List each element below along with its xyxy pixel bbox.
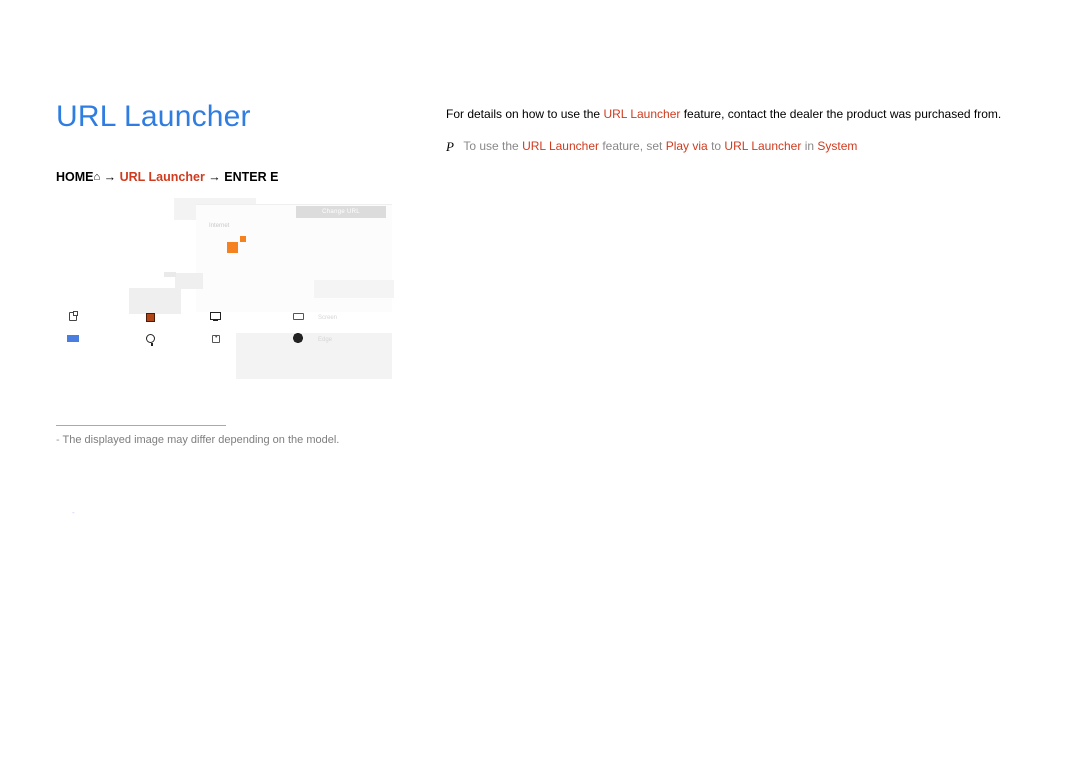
note-playvia: Play via bbox=[666, 139, 708, 153]
details-prefix: For details on how to use the bbox=[446, 107, 603, 121]
illustration-block-1 bbox=[175, 273, 203, 289]
breadcrumb-home: HOME bbox=[56, 170, 94, 184]
page-title: URL Launcher bbox=[56, 100, 446, 134]
internet-label: Internet bbox=[209, 223, 239, 231]
illustration-footer bbox=[236, 333, 392, 379]
details-feature: URL Launcher bbox=[603, 107, 680, 121]
illustration-strip bbox=[314, 280, 394, 298]
breadcrumb-item: URL Launcher bbox=[120, 170, 205, 184]
page-number: - bbox=[72, 508, 75, 517]
illustration-block-2 bbox=[129, 288, 181, 314]
illustration: Change URL Internet Screen Edge bbox=[56, 198, 391, 403]
gear-icon bbox=[293, 333, 303, 343]
note-pre: To use the bbox=[463, 139, 522, 153]
row1-label: Screen bbox=[318, 315, 337, 321]
home-icon: ⌂ bbox=[94, 171, 101, 183]
document-icon bbox=[69, 312, 77, 321]
change-url-button: Change URL bbox=[296, 206, 386, 218]
note-marker: P bbox=[446, 139, 460, 155]
screen-icon bbox=[293, 313, 304, 320]
note-feat: URL Launcher bbox=[522, 139, 599, 153]
note-mid2: to bbox=[708, 139, 725, 153]
breadcrumb-enter: ENTER E bbox=[224, 170, 278, 184]
row2-label: Edge bbox=[318, 337, 332, 343]
tile-icon bbox=[146, 313, 155, 322]
disclaimer: - The displayed image may differ dependi… bbox=[56, 434, 446, 446]
details-paragraph: For details on how to use the URL Launch… bbox=[446, 106, 1006, 123]
disclaimer-text: The displayed image may differ depending… bbox=[63, 434, 340, 446]
breadcrumb-arrow-2: → bbox=[205, 170, 224, 184]
left-column: URL Launcher HOME⌂ → URL Launcher → ENTE… bbox=[56, 100, 446, 446]
note-target: URL Launcher bbox=[724, 139, 801, 153]
breadcrumb: HOME⌂ → URL Launcher → ENTER E bbox=[56, 170, 446, 184]
logo-square-large bbox=[227, 242, 238, 253]
bar-icon bbox=[67, 335, 79, 342]
monitor-icon bbox=[210, 312, 221, 320]
note: P To use the URL Launcher feature, set P… bbox=[446, 139, 1006, 155]
right-column: For details on how to use the URL Launch… bbox=[446, 100, 1006, 155]
note-system: System bbox=[817, 139, 857, 153]
divider bbox=[56, 425, 226, 426]
breadcrumb-arrow-1: → bbox=[100, 170, 119, 184]
illustration-tab bbox=[164, 272, 176, 277]
search-icon bbox=[146, 334, 155, 343]
note-body: To use the URL Launcher feature, set Pla… bbox=[463, 139, 1003, 153]
details-suffix: feature, contact the dealer the product … bbox=[680, 107, 1001, 121]
note-mid3: in bbox=[801, 139, 817, 153]
note-mid1: feature, set bbox=[599, 139, 666, 153]
card-icon bbox=[212, 335, 220, 343]
logo-square-small bbox=[240, 236, 246, 242]
